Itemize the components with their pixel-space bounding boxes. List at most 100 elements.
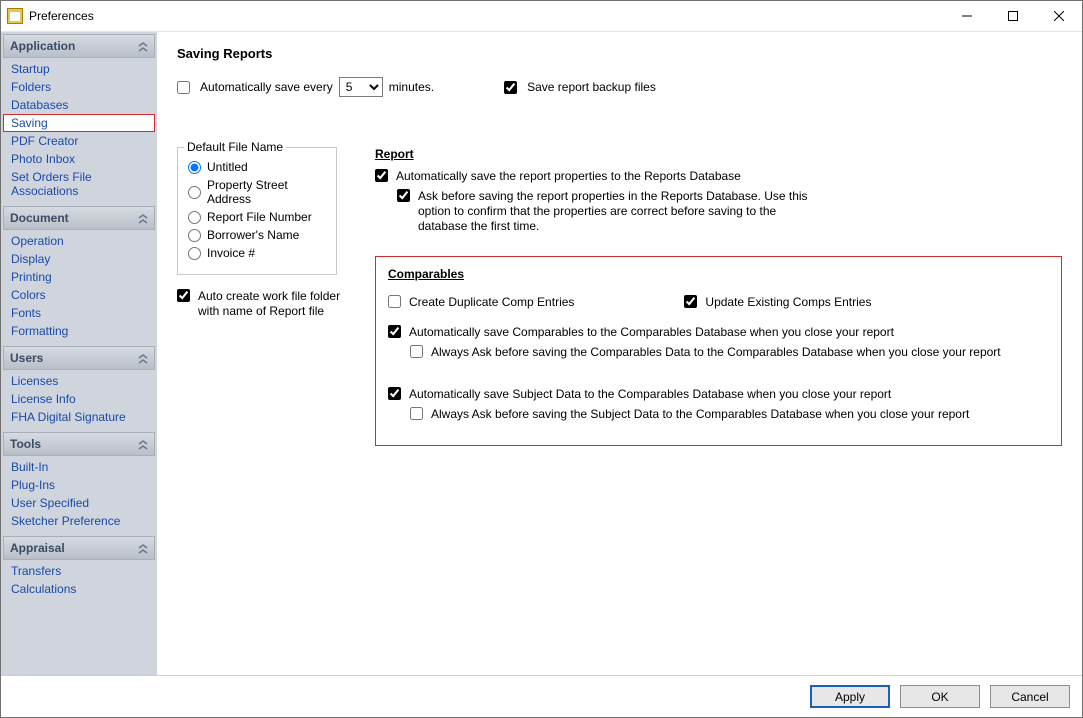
sidebar-item-transfers[interactable]: Transfers bbox=[3, 562, 155, 580]
sidebar-item-license-info[interactable]: License Info bbox=[3, 390, 155, 408]
sidebar-item-plug-ins[interactable]: Plug-Ins bbox=[3, 476, 155, 494]
sidebar-group-label: Document bbox=[10, 211, 69, 225]
auto-save-interval-select[interactable]: 5 bbox=[339, 77, 383, 97]
sidebar-group-users[interactable]: Users bbox=[3, 346, 155, 370]
ask-subject-checkbox[interactable] bbox=[410, 407, 423, 420]
report-ask-before-label: Ask before saving the report properties … bbox=[418, 189, 818, 234]
apply-button[interactable]: Apply bbox=[810, 685, 890, 708]
sidebar-item-databases[interactable]: Databases bbox=[3, 96, 155, 114]
radio-invoice-number[interactable]: Invoice # bbox=[188, 246, 326, 260]
sidebar-item-display[interactable]: Display bbox=[3, 250, 155, 268]
cancel-button[interactable]: Cancel bbox=[990, 685, 1070, 708]
sidebar-group-label: Application bbox=[10, 39, 75, 53]
sidebar-item-colors[interactable]: Colors bbox=[3, 286, 155, 304]
radio-borrowers-name[interactable]: Borrower's Name bbox=[188, 228, 326, 242]
radio-property-street-address-input[interactable] bbox=[188, 186, 201, 199]
footer: Apply OK Cancel bbox=[1, 675, 1082, 717]
auto-create-checkbox[interactable] bbox=[177, 289, 190, 302]
radio-untitled[interactable]: Untitled bbox=[188, 160, 326, 174]
sidebar-group-document[interactable]: Document bbox=[3, 206, 155, 230]
radio-borrowers-name-input[interactable] bbox=[188, 229, 201, 242]
chevron-up-icon bbox=[138, 213, 148, 223]
auto-save-label: Automatically save every bbox=[200, 80, 333, 94]
sidebar-group-appraisal[interactable]: Appraisal bbox=[3, 536, 155, 560]
report-ask-before-row: Ask before saving the report properties … bbox=[397, 189, 1062, 234]
backup-row: Save report backup files bbox=[504, 80, 656, 94]
right-column: Report Automatically save the report pro… bbox=[375, 147, 1062, 446]
report-ask-before-checkbox[interactable] bbox=[397, 189, 410, 202]
titlebar: Preferences bbox=[1, 1, 1082, 32]
create-duplicate-checkbox[interactable] bbox=[388, 295, 401, 308]
sidebar-group-items: Startup Folders Databases Saving PDF Cre… bbox=[3, 58, 155, 204]
default-file-name-legend: Default File Name bbox=[184, 140, 286, 154]
radio-invoice-number-input[interactable] bbox=[188, 247, 201, 260]
two-column: Default File Name Untitled Property Stre… bbox=[177, 147, 1062, 446]
report-auto-save-props-checkbox[interactable] bbox=[375, 169, 388, 182]
sidebar-group-application[interactable]: Application bbox=[3, 34, 155, 58]
update-existing-checkbox[interactable] bbox=[684, 295, 697, 308]
maximize-icon bbox=[1008, 11, 1018, 21]
close-button[interactable] bbox=[1036, 1, 1082, 31]
auto-create-label: Auto create work file folder with name o… bbox=[198, 289, 347, 319]
sidebar-group-items: Licenses License Info FHA Digital Signat… bbox=[3, 370, 155, 430]
create-duplicate-label: Create Duplicate Comp Entries bbox=[409, 295, 574, 309]
sidebar-item-pdf-creator[interactable]: PDF Creator bbox=[3, 132, 155, 150]
sidebar-group-items: Operation Display Printing Colors Fonts … bbox=[3, 230, 155, 344]
radio-report-file-number-input[interactable] bbox=[188, 211, 201, 224]
ask-subject-row: Always Ask before saving the Subject Dat… bbox=[410, 407, 1049, 421]
chevron-up-icon bbox=[138, 439, 148, 449]
sidebar-item-fha-digital-signature[interactable]: FHA Digital Signature bbox=[3, 408, 155, 426]
radio-property-street-address[interactable]: Property Street Address bbox=[188, 178, 326, 206]
comparables-row1: Create Duplicate Comp Entries Update Exi… bbox=[388, 289, 1049, 315]
auto-save-checkbox[interactable] bbox=[177, 81, 190, 94]
report-auto-save-props-label: Automatically save the report properties… bbox=[396, 169, 741, 183]
sidebar-group-items: Built-In Plug-Ins User Specified Sketche… bbox=[3, 456, 155, 534]
body: Application Startup Folders Databases Sa… bbox=[1, 32, 1082, 675]
chevron-up-icon bbox=[138, 543, 148, 553]
page-title: Saving Reports bbox=[177, 46, 1062, 61]
ask-subject-label: Always Ask before saving the Subject Dat… bbox=[431, 407, 969, 421]
app-icon bbox=[7, 8, 23, 24]
auto-save-comps-row: Automatically save Comparables to the Co… bbox=[388, 325, 1049, 339]
sidebar-item-printing[interactable]: Printing bbox=[3, 268, 155, 286]
sidebar-group-items: Transfers Calculations bbox=[3, 560, 155, 602]
ask-comps-row: Always Ask before saving the Comparables… bbox=[410, 345, 1049, 359]
sidebar-item-folders[interactable]: Folders bbox=[3, 78, 155, 96]
sidebar-item-built-in[interactable]: Built-In bbox=[3, 458, 155, 476]
sidebar-item-set-orders-file-associations[interactable]: Set Orders File Associations bbox=[3, 168, 155, 200]
auto-save-subject-checkbox[interactable] bbox=[388, 387, 401, 400]
sidebar-item-operation[interactable]: Operation bbox=[3, 232, 155, 250]
sidebar-item-saving[interactable]: Saving bbox=[3, 114, 155, 132]
sidebar-item-licenses[interactable]: Licenses bbox=[3, 372, 155, 390]
sidebar-item-calculations[interactable]: Calculations bbox=[3, 580, 155, 598]
comparables-box: Comparables Create Duplicate Comp Entrie… bbox=[375, 256, 1062, 446]
sidebar-group-tools[interactable]: Tools bbox=[3, 432, 155, 456]
left-column: Default File Name Untitled Property Stre… bbox=[177, 147, 347, 319]
minimize-icon bbox=[962, 11, 972, 21]
maximize-button[interactable] bbox=[990, 1, 1036, 31]
radio-report-file-number[interactable]: Report File Number bbox=[188, 210, 326, 224]
chevron-up-icon bbox=[138, 353, 148, 363]
backup-checkbox[interactable] bbox=[504, 81, 517, 94]
sidebar-item-user-specified[interactable]: User Specified bbox=[3, 494, 155, 512]
radio-label: Invoice # bbox=[207, 246, 255, 260]
auto-create-row: Auto create work file folder with name o… bbox=[177, 289, 347, 319]
auto-save-subject-row: Automatically save Subject Data to the C… bbox=[388, 387, 1049, 401]
sidebar-group-label: Users bbox=[10, 351, 43, 365]
ask-comps-checkbox[interactable] bbox=[410, 345, 423, 358]
sidebar-item-fonts[interactable]: Fonts bbox=[3, 304, 155, 322]
ok-button[interactable]: OK bbox=[900, 685, 980, 708]
auto-save-unit: minutes. bbox=[389, 80, 434, 94]
comparables-heading: Comparables bbox=[388, 267, 1049, 281]
sidebar-item-photo-inbox[interactable]: Photo Inbox bbox=[3, 150, 155, 168]
sidebar-item-sketcher-preference[interactable]: Sketcher Preference bbox=[3, 512, 155, 530]
sidebar-item-startup[interactable]: Startup bbox=[3, 60, 155, 78]
radio-label: Report File Number bbox=[207, 210, 312, 224]
auto-save-comps-checkbox[interactable] bbox=[388, 325, 401, 338]
sidebar-item-formatting[interactable]: Formatting bbox=[3, 322, 155, 340]
radio-untitled-input[interactable] bbox=[188, 161, 201, 174]
top-row: Automatically save every 5 minutes. Save… bbox=[177, 77, 1062, 97]
content-pane: Saving Reports Automatically save every … bbox=[157, 32, 1082, 675]
auto-save-comps-label: Automatically save Comparables to the Co… bbox=[409, 325, 894, 339]
minimize-button[interactable] bbox=[944, 1, 990, 31]
